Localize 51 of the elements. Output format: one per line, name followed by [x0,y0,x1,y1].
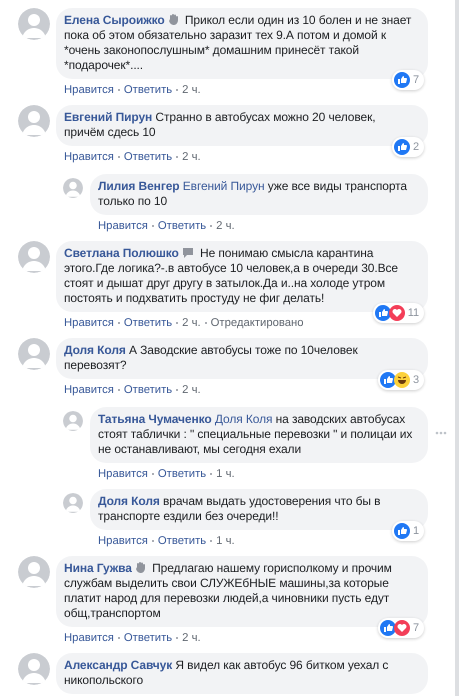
timestamp[interactable]: 2 ч. [182,151,201,163]
author-name[interactable]: Светлана Полюшко [64,246,179,260]
edited-label: Отредактировано [210,317,304,329]
reply-link[interactable]: Ответить [158,535,206,547]
timestamp[interactable]: 2 ч. [182,632,201,644]
comment-text: Елена Сыроижко Прикол если один из 10 болен и не знает пока об этом обязательно заразит тех 9.А потом и домой к *очень законопослушным* домашним принесёт такой *подарочек*.... [64,13,412,73]
like-link[interactable]: Нравится [64,151,114,163]
author-name[interactable]: Доля Коля [98,494,160,508]
like-link[interactable]: Нравится [98,220,148,232]
author-name[interactable]: Нина Гужва [64,561,132,575]
reaction-count: 1 [412,524,419,538]
like-link[interactable]: Нравится [64,384,114,396]
reaction-count: 11 [408,306,419,320]
reaction-count: 7 [412,620,419,636]
like-link[interactable]: Нравится [64,84,114,96]
mention-link[interactable]: Доля Коля [214,412,272,426]
comment-text: Доля Коля А Заводские автобусы тоже по 10человек перевозят? [64,343,359,373]
like-link[interactable]: Нравится [98,535,148,547]
reply-link[interactable]: Ответить [158,468,206,480]
comment-text: Александр Савчук Я видел как автобус 96 битком уехал с никопольского [64,658,390,688]
author-name[interactable]: Евгений Пирун [64,110,152,124]
author-name[interactable]: Александр Савчук [64,658,172,672]
reply-link[interactable]: Ответить [124,384,172,396]
author-name[interactable]: Лилия Венгер [98,179,180,193]
reply-link[interactable]: Ответить [124,151,172,163]
timestamp[interactable]: 2 ч. [182,317,201,329]
reply-link[interactable]: Ответить [124,317,172,329]
comment-text: Татьяна Чумаченко Доля Коля на заводских автобусах стоят таблички : " специальные перевозки " и полицаи их не останавливают, мы сегодня ехали [98,412,414,457]
reply-link[interactable]: Ответить [124,84,172,96]
timestamp[interactable]: 2 ч. [182,384,201,396]
comment-text: Светлана Полюшко Не понимаю смысла карантина этого.Где логика?-.в автобусе 10 человек,а в очереди 30.Все стоят и дышат друг другу в затылок.Да и..на холоде утром постоять и подхватить простуду не фиг делать! [64,246,399,306]
mention-link[interactable]: Евгений Пирун [182,179,264,193]
author-name[interactable]: Доля Коля [64,343,126,357]
timestamp[interactable]: 2 ч. [182,84,201,96]
timestamp[interactable]: 2 ч. [216,220,235,232]
timestamp[interactable]: 1 ч. [216,468,235,480]
comment-text: Нина Гужва Предлагаю нашему горисполкому и прочим службам выделить свои СЛУЖЕбНЫЕ машины,за которые платит народ для перевозки людей,а чиновники пусть едут общ,транспортом [64,561,393,621]
author-name[interactable]: Елена Сыроижко [64,13,165,27]
timestamp[interactable]: 1 ч. [216,535,235,547]
comment-text: Доля Коля врачам выдать удостоверения что бы в транспорте ездили без очереди!! [98,494,382,524]
like-link[interactable]: Нравится [98,468,148,480]
like-link[interactable]: Нравится [64,632,114,644]
reaction-count: 7 [412,72,419,88]
reaction-count: 2 [412,140,419,154]
comment-text: Евгений Пирун Странно в автобусах можно 20 человек, причём сдесь 10 [64,110,376,140]
reply-link[interactable]: Ответить [124,632,172,644]
reaction-count: 3 [412,372,419,388]
author-name[interactable]: Татьяна Чумаченко [98,412,212,426]
reply-link[interactable]: Ответить [158,220,206,232]
like-link[interactable]: Нравится [64,317,114,329]
comment-text: Лилия Венгер Евгений Пирун уже все виды транспорта только по 10 [98,179,408,209]
